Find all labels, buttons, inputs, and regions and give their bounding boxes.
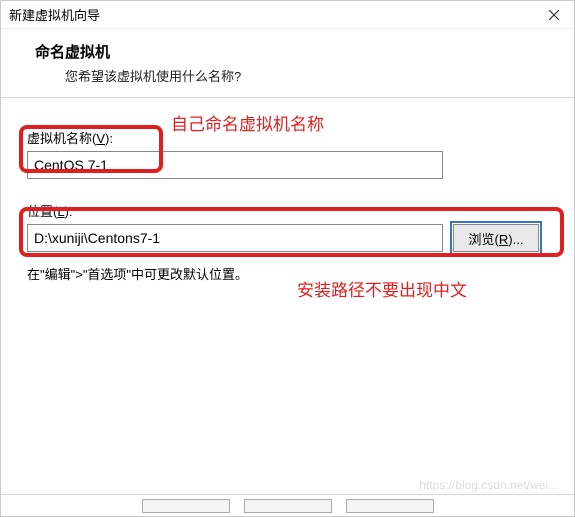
wizard-footer (1, 494, 574, 516)
close-icon (548, 9, 560, 21)
titlebar: 新建虚拟机向导 (1, 1, 574, 29)
window-title: 新建虚拟机向导 (9, 5, 100, 24)
vm-location-label: 位置(L): (27, 201, 548, 220)
label-text-suffix: ): (105, 131, 113, 146)
vm-name-row (27, 151, 548, 179)
wizard-subtitle: 您希望该虚拟机使用什么名称? (35, 66, 556, 85)
new-vm-wizard-dialog: 新建虚拟机向导 命名虚拟机 您希望该虚拟机使用什么名称? 自己命名虚拟机名称 虚… (0, 0, 575, 517)
vm-location-input[interactable] (27, 224, 443, 252)
annotation-path-hint: 安装路径不要出现中文 (297, 276, 467, 301)
label-key: L (57, 204, 64, 219)
vm-location-row: 浏览(R)... (27, 224, 548, 252)
footer-button-1[interactable] (142, 499, 230, 513)
footer-button-3[interactable] (346, 499, 434, 513)
label-key: V (96, 131, 105, 146)
wizard-header: 命名虚拟机 您希望该虚拟机使用什么名称? (1, 29, 574, 97)
default-location-hint: 在"编辑">"首选项"中可更改默认位置。 (27, 264, 548, 283)
annotation-name-hint: 自己命名虚拟机名称 (171, 110, 324, 135)
vm-name-input[interactable] (27, 151, 443, 179)
btn-text: 浏览( (469, 232, 499, 247)
footer-button-2[interactable] (244, 499, 332, 513)
btn-text-suffix: )... (508, 232, 523, 247)
label-text: 位置( (27, 204, 57, 219)
wizard-body: 自己命名虚拟机名称 虚拟机名称(V): 位置(L): 浏览(R)... 在"编辑… (1, 97, 574, 293)
label-text-suffix: ): (65, 204, 73, 219)
watermark-blog: https://blog.csdn.net/wei... (419, 478, 558, 492)
wizard-title: 命名虚拟机 (35, 41, 556, 62)
close-button[interactable] (542, 5, 566, 25)
label-text: 虚拟机名称( (27, 131, 96, 146)
browse-button[interactable]: 浏览(R)... (453, 224, 539, 252)
btn-key: R (499, 232, 508, 247)
